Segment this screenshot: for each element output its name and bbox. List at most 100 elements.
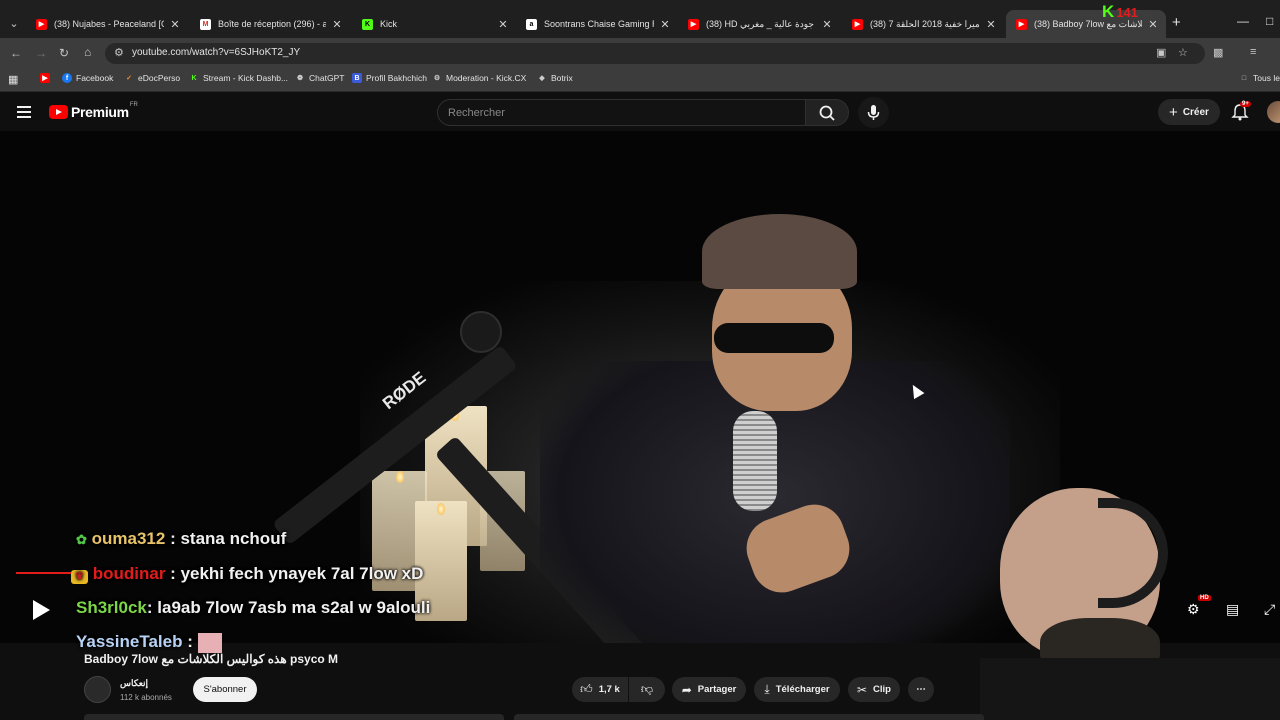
description-box[interactable] bbox=[84, 714, 504, 720]
amazon-icon: a bbox=[526, 18, 537, 30]
chat-emote bbox=[197, 632, 222, 653]
chat-text: la9ab 7low 7asb ma s2al w 9alouli bbox=[157, 598, 431, 617]
like-button[interactable]: 👍︎ 1,7 k bbox=[572, 677, 628, 702]
chat-text: yekhi fech ynayek 7al 7low xD bbox=[180, 564, 424, 583]
tab-search-chevron-icon[interactable]: ⌄ bbox=[4, 14, 24, 34]
close-tab-icon[interactable]: ✕ bbox=[820, 18, 834, 31]
fullscreen-icon[interactable]: ⤢ bbox=[1264, 601, 1275, 618]
create-button[interactable]: + Créer bbox=[1158, 99, 1220, 125]
chat-message: ✿ ouma312 : stana nchouf bbox=[76, 529, 286, 549]
forward-icon[interactable]: → bbox=[35, 46, 47, 60]
close-tab-icon[interactable]: ✕ bbox=[658, 18, 672, 31]
guest-cap bbox=[702, 214, 857, 289]
microphone-icon bbox=[867, 105, 880, 120]
close-tab-icon[interactable]: ✕ bbox=[496, 18, 510, 31]
home-icon[interactable]: ⌂ bbox=[84, 45, 91, 59]
bookmark-kickcx[interactable]: ⚙ Moderation - Kick.CX bbox=[432, 73, 526, 83]
candle-flame bbox=[437, 503, 445, 515]
streamer-shirt bbox=[980, 658, 1280, 720]
search-input[interactable] bbox=[448, 100, 788, 125]
download-button[interactable]: ⤓ Télécharger bbox=[754, 677, 840, 702]
all-bookmarks[interactable]: □ Tous le bbox=[1239, 73, 1280, 83]
gmail-icon: M bbox=[200, 18, 211, 30]
kick-viewer-overlay: K 141 bbox=[1102, 2, 1138, 21]
bookmark-chatgpt[interactable]: ❁ ChatGPT bbox=[295, 73, 344, 83]
reading-list-icon[interactable]: ≡ bbox=[1250, 46, 1256, 58]
menu-icon[interactable] bbox=[17, 106, 31, 118]
reload-icon[interactable]: ↻ bbox=[59, 46, 69, 60]
voice-search-button[interactable] bbox=[858, 97, 889, 128]
chat-text: stana nchouf bbox=[180, 529, 287, 548]
new-tab-icon[interactable]: + bbox=[1172, 14, 1181, 31]
bookmark-youtube[interactable]: ▶ bbox=[40, 73, 54, 83]
more-dots-icon: ⋯ bbox=[916, 684, 926, 695]
kick-icon: K bbox=[362, 18, 373, 30]
facebook-icon: f bbox=[62, 73, 72, 83]
download-label: Télécharger bbox=[775, 684, 830, 695]
mic-arm-joint bbox=[460, 311, 502, 353]
maximize-icon[interactable]: □ bbox=[1266, 14, 1273, 28]
extensions-icon[interactable]: ▩ bbox=[1213, 46, 1223, 59]
browser-tab[interactable]: ▶ (38) كاميرا خفية 2018 الحلقة 7 e ✕ bbox=[842, 12, 1004, 36]
guest-sunglasses bbox=[714, 323, 834, 353]
play-button[interactable] bbox=[33, 600, 50, 620]
like-count: 1,7 k bbox=[598, 684, 620, 695]
chatgpt-icon: ❁ bbox=[297, 75, 303, 82]
channel-avatar[interactable] bbox=[84, 676, 111, 703]
share-label: Partager bbox=[697, 684, 737, 695]
bookmark-kick-dashboard[interactable]: K Stream - Kick Dashb... bbox=[189, 73, 288, 83]
share-button[interactable]: ➦ Partager bbox=[672, 677, 746, 702]
install-app-icon[interactable]: ▣ bbox=[1156, 46, 1166, 59]
streamer-webcam bbox=[980, 468, 1280, 720]
theater-mode-icon[interactable]: ▤ bbox=[1226, 601, 1239, 618]
youtube-icon: ▶ bbox=[1016, 18, 1027, 30]
more-actions-button[interactable]: ⋯ bbox=[908, 677, 934, 702]
browser-tab[interactable]: ▶ (38) HD جودة عالية _ مغربي ✕ bbox=[678, 12, 840, 36]
chat-username: Sh3rl0ck bbox=[76, 598, 147, 617]
browser-tab-active[interactable]: ▶ (38) Badboy 7low الكلاشات مع ✕ bbox=[1006, 10, 1166, 38]
tab-title: Soontrans Chaise Gaming Racin bbox=[544, 19, 654, 29]
youtube-icon: ▶ bbox=[40, 73, 50, 83]
chat-message: ♛ boudinar : yekhi fech ynayek 7al 7low … bbox=[71, 564, 423, 584]
chat-message: YassineTaleb : bbox=[76, 632, 222, 653]
browser-tab[interactable]: a Soontrans Chaise Gaming Racin ✕ bbox=[516, 12, 678, 36]
youtube-premium-logo[interactable]: Premium FR bbox=[49, 102, 138, 120]
chat-username: YassineTaleb bbox=[76, 632, 183, 651]
bookmark-star-icon[interactable]: ☆ bbox=[1178, 46, 1188, 59]
bookmark-bakhchich[interactable]: B Profil Bakhchich bbox=[352, 73, 427, 83]
close-tab-icon[interactable]: ✕ bbox=[1146, 18, 1160, 31]
tab-title: (38) كاميرا خفية 2018 الحلقة 7 e bbox=[870, 18, 980, 29]
search-box[interactable] bbox=[437, 99, 806, 126]
bookmark-botrix[interactable]: ◆ Botrix bbox=[537, 73, 572, 83]
kick-icon: K bbox=[191, 74, 197, 82]
browser-tab[interactable]: M Boîte de réception (296) - amin ✕ bbox=[190, 12, 350, 36]
comments-box[interactable] bbox=[514, 714, 984, 720]
subscribe-button[interactable]: S'abonner bbox=[193, 677, 257, 702]
browser-tab[interactable]: ▶ (38) Nujabes - Peaceland [Offic ✕ bbox=[26, 12, 188, 36]
minimize-icon[interactable]: — bbox=[1237, 14, 1249, 28]
search-button[interactable] bbox=[805, 99, 849, 126]
channel-name[interactable]: إنعكاس bbox=[120, 678, 148, 689]
create-label: Créer bbox=[1182, 106, 1209, 118]
bookmark-edocperso[interactable]: ✓ eDocPerso bbox=[124, 73, 180, 83]
dislike-button[interactable]: 👎︎ bbox=[629, 677, 665, 702]
settings-gear-icon[interactable]: ⚙ bbox=[1187, 601, 1200, 618]
close-tab-icon[interactable]: ✕ bbox=[330, 18, 344, 31]
chat-separator: : bbox=[146, 598, 158, 617]
close-tab-icon[interactable]: ✕ bbox=[168, 18, 182, 31]
close-tab-icon[interactable]: ✕ bbox=[984, 18, 998, 31]
plus-icon: + bbox=[1169, 103, 1178, 121]
bookmark-facebook[interactable]: f Facebook bbox=[62, 73, 113, 83]
thumbs-up-icon: 👍︎ bbox=[580, 682, 593, 696]
chat-username: boudinar bbox=[92, 564, 166, 583]
browser-tab[interactable]: K Kick ✕ bbox=[352, 12, 516, 36]
url-text[interactable]: youtube.com/watch?v=6SJHoKT2_JY bbox=[132, 47, 300, 58]
chat-username: ouma312 bbox=[91, 529, 166, 548]
apps-grid-icon[interactable]: ▦ bbox=[8, 73, 18, 86]
botrix-icon: ◆ bbox=[539, 75, 545, 82]
tab-title: Boîte de réception (296) - amin bbox=[218, 19, 326, 29]
site-info-icon[interactable]: ⚙ bbox=[114, 46, 124, 59]
clip-button[interactable]: ✂ Clip bbox=[848, 677, 900, 702]
crown-icon: ♛ bbox=[71, 570, 88, 584]
back-icon[interactable]: ← bbox=[10, 46, 22, 60]
